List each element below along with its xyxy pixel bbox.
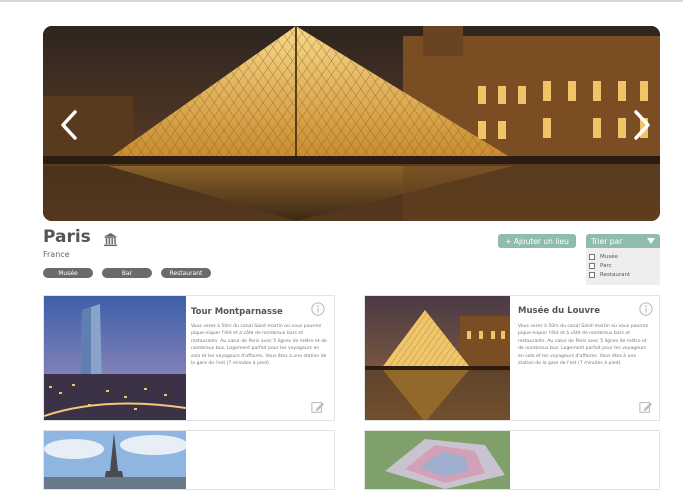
sort-option-parc[interactable]: Parc [589, 261, 657, 270]
tag-bar[interactable]: Bar [102, 268, 152, 278]
top-divider [0, 0, 683, 2]
card-title: Tour Montparnasse [191, 307, 283, 317]
fondation-image [365, 431, 510, 489]
sort-label: Trier par [591, 236, 623, 246]
checkbox[interactable] [589, 271, 595, 278]
sort-option-label: Parc [600, 262, 612, 269]
card-description: Vous serez à 50m du canal Saint-martin o… [518, 324, 649, 367]
tour-eiffel-image [44, 431, 186, 489]
info-icon[interactable] [639, 302, 653, 316]
caret-down-icon [647, 238, 655, 244]
musee-du-louvre-image [365, 296, 510, 420]
place-card[interactable]: Tour Montparnasse Vous serez à 50m du ca… [43, 295, 335, 421]
card-description: Vous serez à 50m du canal Saint-martin o… [191, 324, 327, 367]
hero-image [43, 26, 660, 221]
sort-header[interactable]: Trier par [586, 234, 660, 248]
add-place-button[interactable]: + Ajouter un lieu [498, 234, 576, 248]
place-card[interactable] [364, 430, 660, 490]
chevron-left-icon[interactable] [57, 108, 83, 142]
sort-option-restaurant[interactable]: Restaurant [589, 270, 657, 279]
sort-options: Musée Parc Restaurant [586, 248, 660, 285]
sort-option-label: Restaurant [600, 271, 631, 278]
sort-option-label: Musée [600, 253, 618, 260]
tour-montparnasse-image [44, 296, 186, 420]
tag-restaurant[interactable]: Restaurant [161, 268, 211, 278]
tag-list: Musée Bar Restaurant [43, 268, 211, 278]
sort-dropdown[interactable]: Trier par Musée Parc Restaurant [586, 234, 660, 285]
checkbox[interactable] [589, 262, 595, 269]
checkbox[interactable] [589, 253, 595, 260]
tag-musee[interactable]: Musée [43, 268, 93, 278]
sort-option-musee[interactable]: Musée [589, 252, 657, 261]
place-card[interactable] [43, 430, 335, 490]
hero-carousel[interactable] [43, 26, 660, 221]
edit-icon[interactable] [639, 400, 653, 414]
chevron-right-icon[interactable] [628, 108, 654, 142]
city-name: Paris [43, 227, 91, 247]
place-card[interactable]: Musée du Louvre Vous serez à 50m du cana… [364, 295, 660, 421]
card-title: Musée du Louvre [518, 306, 600, 316]
monument-icon [103, 232, 118, 247]
edit-icon[interactable] [311, 400, 325, 414]
info-icon[interactable] [311, 302, 325, 316]
country-name: France [43, 250, 70, 259]
